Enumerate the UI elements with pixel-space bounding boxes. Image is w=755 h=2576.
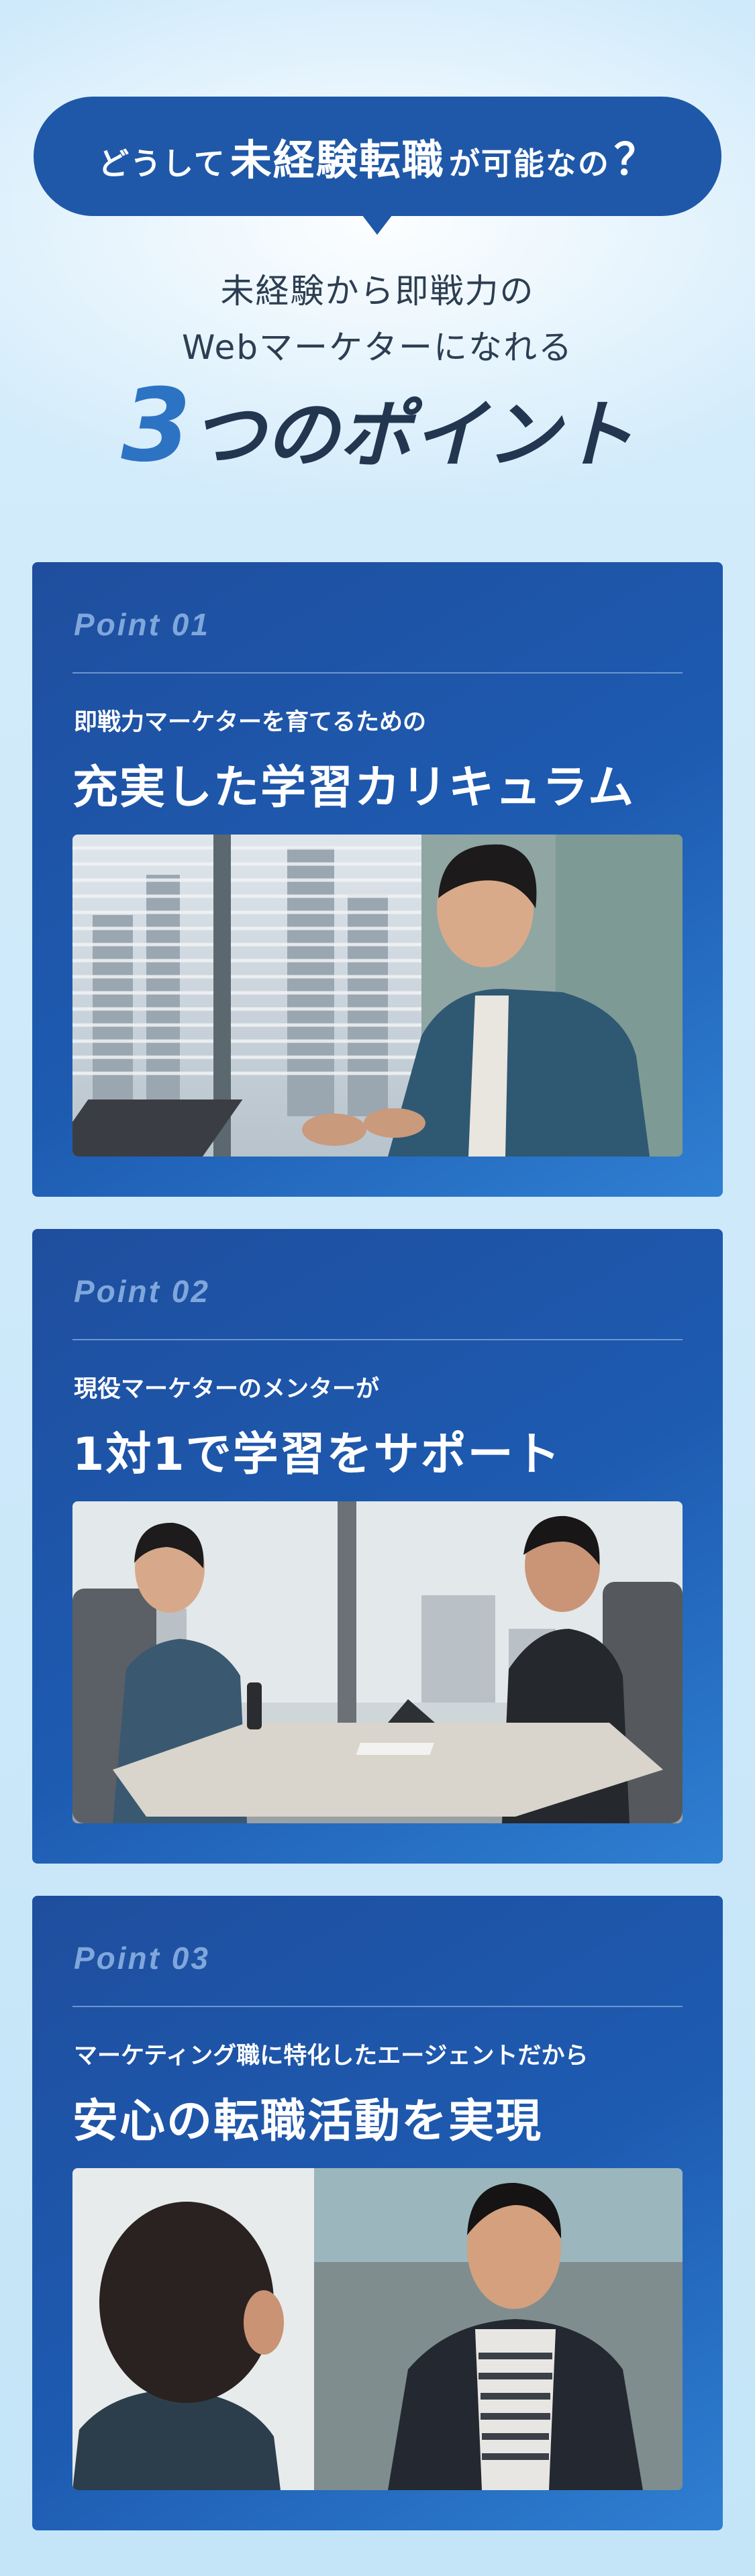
point-subtitle: 即戦力マーケターを育てるための: [74, 709, 427, 736]
lead-line-1: 未経験から即戦力の: [220, 272, 535, 311]
point-card-2: Point 02 現役マーケターのメンターが 1対1で学習をサポート: [32, 1229, 723, 1864]
point-label: Point 02: [74, 1274, 210, 1309]
headline-number: 3: [121, 368, 191, 484]
point-card-1: Point 01 即戦力マーケターを育てるための 充実した学習カリキュラム: [32, 562, 723, 1197]
bubble-question-mark: ？: [613, 136, 657, 185]
photo-laptop-man: [72, 835, 683, 1157]
point-title: 1対1で学習をサポート: [72, 1428, 562, 1481]
divider: [72, 2006, 683, 2007]
point-label: Point 01: [74, 607, 210, 642]
headline-text: つのポイント: [191, 392, 634, 478]
point-subtitle: マーケティング職に特化したエージェントだから: [74, 2043, 589, 2070]
point-title: 充実した学習カリキュラム: [72, 761, 635, 814]
point-title: 安心の転職活動を実現: [72, 2095, 543, 2148]
photo-meeting: [72, 1501, 683, 1823]
point-label: Point 03: [74, 1941, 210, 1976]
bubble-text-part1: どうして: [98, 146, 226, 182]
question-bubble: どうして 未経験転職 が可能なの ？: [34, 97, 721, 216]
point-photo-2: [72, 1501, 683, 1823]
point-card-3: Point 03 マーケティング職に特化したエージェントだから 安心の転職活動を…: [32, 1896, 723, 2530]
lead-text: 未経験から即戦力の Webマーケターになれる: [0, 263, 755, 376]
headline: 3つのポイント: [0, 368, 755, 484]
bubble-text-emphasis: 未経験転職: [230, 136, 445, 184]
divider: [72, 672, 683, 674]
photo-consultation: [72, 2168, 683, 2490]
point-photo-1: [72, 835, 683, 1157]
bubble-text-part2: が可能なの: [448, 146, 610, 182]
divider: [72, 1339, 683, 1340]
bubble-tail: [360, 212, 395, 235]
point-photo-3: [72, 2168, 683, 2490]
point-subtitle: 現役マーケターのメンターが: [74, 1376, 380, 1403]
